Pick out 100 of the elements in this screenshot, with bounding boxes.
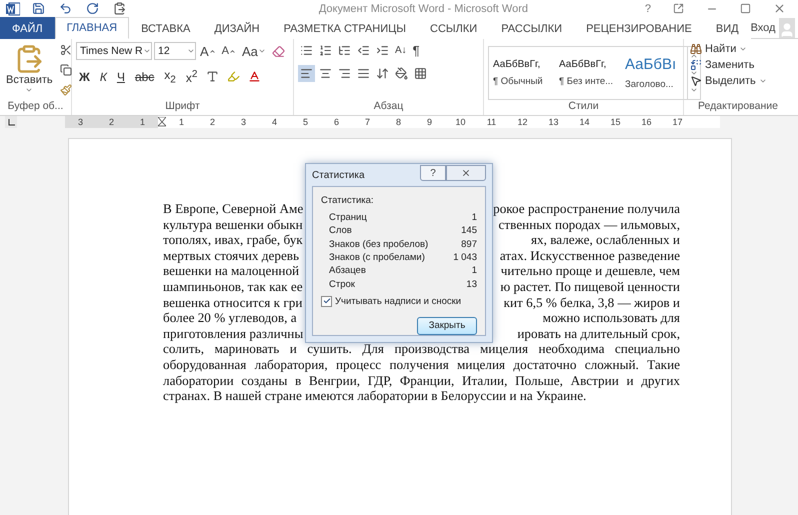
document-text: рокое распространение получила (493, 201, 680, 217)
document-text: вешенка относится к гри (163, 294, 302, 310)
document-text: ировать на длительный срок, (517, 326, 680, 342)
format-button[interactable]: x$_{2}$ (161, 67, 179, 86)
ruler-number: 8 (394, 116, 402, 128)
tab-selector-icon[interactable] (5, 116, 17, 128)
font-name-field[interactable]: Times New R (76, 42, 152, 60)
show-marks-button[interactable]: ¶ (410, 42, 422, 59)
ruler-number: 6 (332, 116, 340, 128)
checkbox-label: Учитывать надписи и сноски (335, 296, 462, 307)
group-label: Редактирование (698, 100, 778, 114)
copy-icon[interactable] (58, 62, 74, 78)
document-text: шампиньонов, так как ее (163, 278, 303, 295)
ruler-number: 12 (516, 116, 528, 128)
help-button[interactable]: ? (420, 165, 446, 181)
document-text: ях, валеже, ослабленных и (530, 232, 680, 248)
document-text: можно использовать для (542, 310, 680, 326)
align-left-icon[interactable] (298, 65, 315, 82)
group-label: Шрифт (165, 100, 200, 114)
select-button[interactable]: Выделить (688, 74, 769, 88)
format-button[interactable]: Ж (76, 68, 93, 85)
ruler-number: 7 (364, 116, 371, 128)
find-button[interactable]: Найти (688, 42, 769, 56)
document-text: более 20 % углеводов, а (163, 310, 297, 326)
ruler-number: 13 (547, 116, 560, 128)
file-tab[interactable]: ФАЙЛ (0, 17, 55, 39)
grow-font-button[interactable]: A (198, 42, 218, 60)
paste-button[interactable]: Вставить (4, 42, 55, 100)
ruler-number: 3 (76, 116, 84, 128)
stat-label: Знаков (с пробелами) (329, 252, 425, 264)
group-label: Абзац (374, 100, 404, 114)
stat-value: 145 (461, 225, 477, 236)
document-text: оборудованная лаборатория, процесс получения мицелия достаточно сложный. Такие (163, 356, 680, 373)
shrink-font-button[interactable]: A (220, 44, 238, 58)
format-button[interactable]: Ч (114, 68, 128, 85)
document-text: ю растет. По пищевой ценности (500, 278, 680, 295)
replace-button[interactable]: Заменить (688, 58, 769, 72)
shading-icon[interactable] (393, 65, 410, 82)
ruler-number: 14 (578, 116, 590, 128)
change-case-button[interactable]: Aa (240, 42, 268, 60)
ruler-number: 11 (486, 116, 498, 128)
ruler-number: 2 (208, 116, 216, 128)
document-text: приготовления различны (163, 326, 304, 342)
font-size-field[interactable]: 12 (154, 42, 196, 60)
document-text: солить, мариновать и сушить. Для производства мицелия необходима специально (163, 341, 680, 357)
stat-value: 1 (472, 265, 477, 276)
caret-icon (187, 47, 195, 55)
document-text: тополях, ивах, грабе, бук (163, 232, 303, 248)
close-icon[interactable] (446, 165, 486, 181)
group-label: Стили (568, 100, 599, 114)
format-button[interactable]: x$^{2}$ (182, 68, 200, 86)
style-item[interactable]: АаБбВı Заголово... (621, 47, 687, 99)
caret-icon (739, 45, 748, 53)
close-button[interactable]: Закрыть (417, 316, 477, 335)
ruler-number: 1 (138, 116, 146, 128)
ribbon-tab[interactable]: ГЛАВНАЯ (54, 17, 130, 39)
group-label: Буфер об... (8, 100, 64, 114)
stat-value: 897 (461, 238, 477, 250)
group-label: Статистика: (321, 195, 375, 206)
document-text: атах. Искусственное разведение (500, 248, 680, 264)
borders-icon[interactable] (412, 65, 429, 82)
stat-label: Строк (329, 278, 355, 290)
dialog-title: Статистика (312, 170, 366, 180)
sign-in-link[interactable]: Вход (750, 17, 780, 38)
replace-icon (690, 59, 702, 71)
document-text: кит 6,5 % белка, 3,8 — жиров и (504, 294, 680, 310)
help-button[interactable]: ? (638, 2, 657, 14)
window-title: Документ Microsoft Word - Microsoft Word (318, 2, 529, 14)
caret-icon (25, 86, 34, 94)
redo-icon[interactable] (84, 0, 101, 17)
binoculars-icon (690, 43, 702, 55)
ruler-number: 3 (240, 116, 247, 128)
ruler-number: 17 (671, 116, 684, 128)
stat-value: 1 (472, 212, 477, 224)
style-item[interactable]: АаБбВвГг, ¶ Без инте... (555, 47, 621, 99)
document-text: культура вешенки обыкн (163, 216, 303, 232)
caret-icon (758, 77, 767, 85)
ruler-number: 5 (302, 116, 309, 128)
document-text: лаборатории созданы в Венгрии, ГДР, Франции, Италии, Польше, Австрии и других (163, 372, 680, 388)
stat-label: Знаков (без пробелов) (329, 238, 428, 250)
cursor-icon (690, 75, 702, 87)
document-text: вешенки на малоценной (163, 263, 300, 279)
document-text: странах. В нашей стране имеются лаборатории в Белоруссии и на Украине. (163, 388, 588, 404)
format-painter-icon[interactable] (58, 82, 74, 98)
stat-label: Слов (329, 225, 352, 236)
caret-icon (143, 47, 151, 55)
document-text: мертвых стоячих деревь (163, 248, 300, 264)
format-button[interactable]: К (96, 68, 110, 85)
word-logo-icon[interactable] (6, 2, 20, 16)
style-item[interactable]: АаБбВвГг, ¶ Обычный (489, 47, 555, 99)
document-text: ственных породах — ильмовых, (498, 216, 680, 232)
sort-button[interactable]: A↓ (393, 44, 409, 57)
caret-up-icon (208, 48, 216, 54)
caret-icon (258, 47, 266, 55)
format-button[interactable]: abc (132, 68, 158, 85)
caret-up-icon (229, 48, 236, 54)
stat-value: 13 (466, 278, 477, 290)
checkbox[interactable] (321, 296, 332, 307)
save-icon[interactable] (30, 0, 47, 17)
stat-label: Страниц (329, 212, 367, 224)
